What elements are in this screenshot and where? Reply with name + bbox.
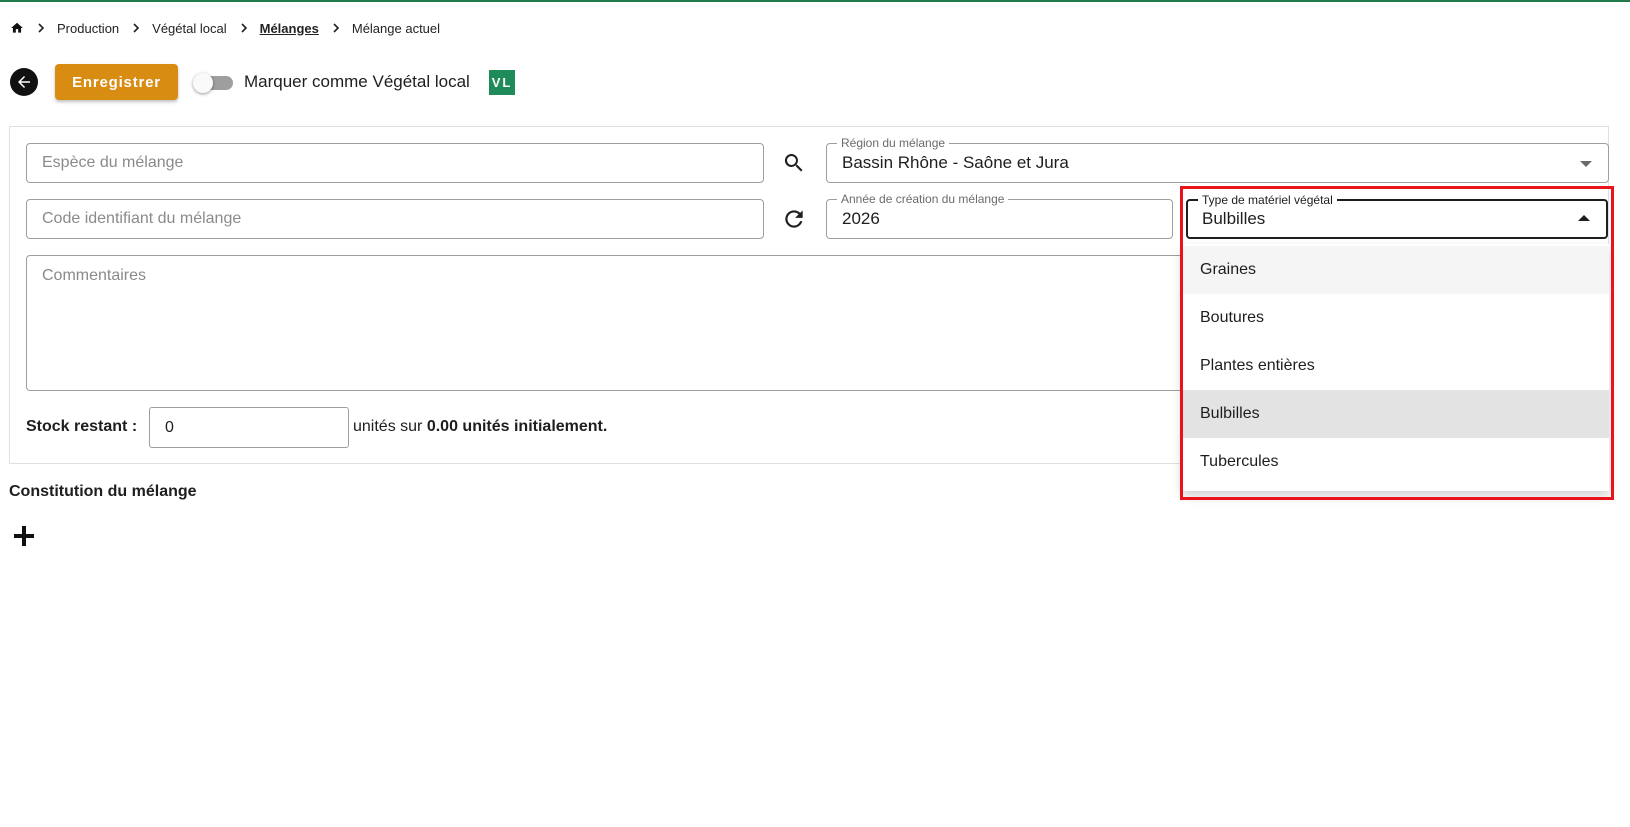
top-accent-line [0,0,1630,2]
annee-label: Année de création du mélange [837,191,1009,207]
breadcrumb-current: Mélange actuel [351,20,441,36]
refresh-button[interactable] [780,205,808,233]
menu-option-tubercules[interactable]: Tubercules [1182,438,1609,486]
type-materiel-label: Type de matériel végétal [1198,192,1337,208]
add-component-button[interactable] [12,524,36,548]
espece-placeholder: Espèce du mélange [42,154,184,171]
chevron-right-icon [331,23,341,33]
vl-badge: VL [489,70,515,95]
stock-label: Stock restant : [26,418,138,435]
caret-up-icon [1578,215,1590,221]
code-input[interactable]: Code identifiant du mélange [26,199,764,239]
toggle-thumb [193,73,213,93]
annee-input[interactable]: Année de création du mélange 2026 [826,191,1173,239]
constitution-title: Constitution du mélange [9,483,197,500]
search-button[interactable] [780,149,808,177]
type-materiel-menu: Graines Boutures Plantes entières Bulbil… [1182,244,1609,491]
menu-option-boutures[interactable]: Boutures [1182,294,1609,342]
chevron-right-icon [131,23,141,33]
region-label: Région du mélange [837,135,950,151]
back-button[interactable] [10,68,38,96]
arrow-left-icon [18,76,30,88]
region-select[interactable]: Région du mélange Bassin Rhône - Saône e… [826,135,1609,183]
home-icon[interactable] [10,21,24,35]
vegetal-local-toggle[interactable] [193,73,233,93]
menu-option-plantes-entieres[interactable]: Plantes entières [1182,342,1609,390]
stock-initial: 0.00 unités initialement. [426,418,608,435]
search-icon [784,154,803,172]
save-button[interactable]: Enregistrer [55,64,178,100]
chevron-right-icon [239,23,249,33]
breadcrumb-melanges[interactable]: Mélanges [260,21,319,36]
type-materiel-select[interactable]: Type de matériel végétal Bulbilles [1186,192,1608,239]
menu-option-bulbilles[interactable]: Bulbilles [1182,390,1609,438]
stock-input[interactable]: 0 [149,407,349,448]
code-placeholder: Code identifiant du mélange [42,210,242,227]
annee-value: 2026 [842,209,880,228]
stock-text-prefix: unités sur [353,418,423,435]
toggle-label: Marquer comme Végétal local [244,72,470,91]
stock-value: 0 [165,419,174,436]
breadcrumb-production[interactable]: Production [57,21,119,36]
plus-icon [14,526,34,546]
chevron-right-icon [36,23,46,33]
refresh-icon [785,210,803,228]
stock-summary: unités sur 0.00 unités initialement. [353,418,607,436]
breadcrumb: Production Végétal local Mélanges Mélang… [10,18,440,38]
type-materiel-value: Bulbilles [1202,209,1266,228]
menu-option-graines[interactable]: Graines [1182,246,1609,294]
region-value: Bassin Rhône - Saône et Jura [842,153,1069,172]
caret-down-icon [1580,161,1592,167]
commentaires-placeholder: Commentaires [42,267,147,284]
espece-input[interactable]: Espèce du mélange [26,143,764,183]
breadcrumb-vegetal-local[interactable]: Végétal local [152,21,226,36]
